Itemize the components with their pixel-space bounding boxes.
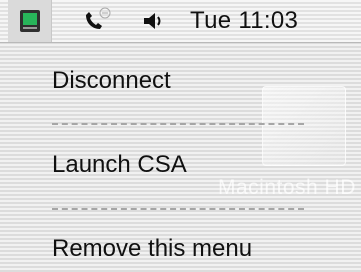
desktop-drive-icon (262, 86, 346, 166)
phone-icon (86, 7, 111, 29)
menu-bar: Tue 11:03 (0, 0, 361, 43)
clock-text: Tue 11:03 (190, 7, 299, 34)
menu-separator-2 (52, 208, 304, 210)
menu-item-launch-csa[interactable]: Launch CSA (52, 150, 187, 180)
modem-status-menu-extra[interactable] (8, 0, 52, 42)
menu-bar-clock[interactable]: Tue 11:03 (190, 0, 361, 42)
volume-menu-extra[interactable] (138, 0, 168, 42)
speaker-volume-icon (144, 13, 161, 29)
phone-menu-extra[interactable] (80, 0, 116, 42)
modem-status-icon (19, 10, 40, 32)
desktop-drive-label: Macintosh HD (218, 176, 356, 199)
menu-item-remove-this-menu[interactable]: Remove this menu (52, 234, 252, 264)
menu-item-disconnect[interactable]: Disconnect (52, 66, 171, 96)
menu-separator-1 (52, 123, 304, 125)
